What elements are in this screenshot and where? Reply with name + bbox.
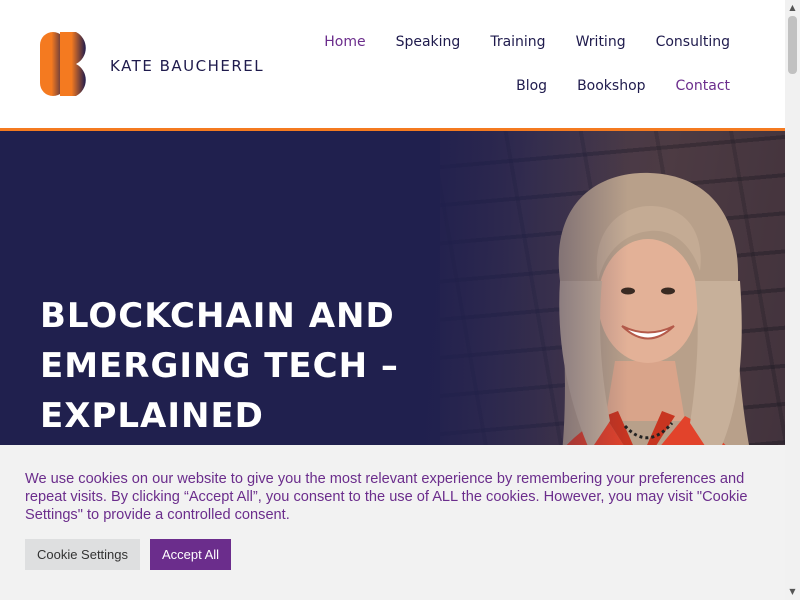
nav-row-primary: Home Speaking Training Writing Consultin… <box>324 32 730 52</box>
hero-title-line-3: EXPLAINED <box>40 396 264 436</box>
nav-item-home[interactable]: Home <box>324 32 365 52</box>
nav-item-consulting[interactable]: Consulting <box>656 32 730 52</box>
hero-title: BLOCKCHAIN AND EMERGING TECH – EXPLAINED <box>40 291 420 441</box>
nav-item-speaking[interactable]: Speaking <box>396 32 461 52</box>
page-scrollbar[interactable]: ▲ ▼ <box>785 0 800 600</box>
site-header: KATE BAUCHEREL Home Speaking Training Wr… <box>0 0 785 128</box>
hero-title-line-1: BLOCKCHAIN AND <box>40 296 395 336</box>
cookie-consent-banner: We use cookies on our website to give yo… <box>0 445 785 600</box>
main-navigation: Home Speaking Training Writing Consultin… <box>270 0 730 128</box>
cookie-message: We use cookies on our website to give yo… <box>25 471 748 523</box>
nav-item-writing[interactable]: Writing <box>576 32 626 52</box>
chevron-down-icon[interactable]: ▼ <box>785 584 800 600</box>
chevron-up-icon[interactable]: ▲ <box>785 0 800 16</box>
nav-item-training[interactable]: Training <box>490 32 545 52</box>
site-logo[interactable]: KATE BAUCHEREL <box>40 32 270 96</box>
accept-all-button[interactable]: Accept All <box>150 539 231 570</box>
cookie-settings-button[interactable]: Cookie Settings <box>25 539 140 570</box>
kb-logo-icon <box>40 32 86 96</box>
hero-title-line-2: EMERGING TECH – <box>40 346 399 386</box>
nav-item-contact[interactable]: Contact <box>676 76 730 96</box>
nav-row-secondary: Blog Bookshop Contact <box>516 76 730 96</box>
nav-item-blog[interactable]: Blog <box>516 76 547 96</box>
scrollbar-thumb[interactable] <box>788 16 797 74</box>
nav-item-bookshop[interactable]: Bookshop <box>577 76 645 96</box>
brand-name: KATE BAUCHEREL <box>110 57 265 75</box>
